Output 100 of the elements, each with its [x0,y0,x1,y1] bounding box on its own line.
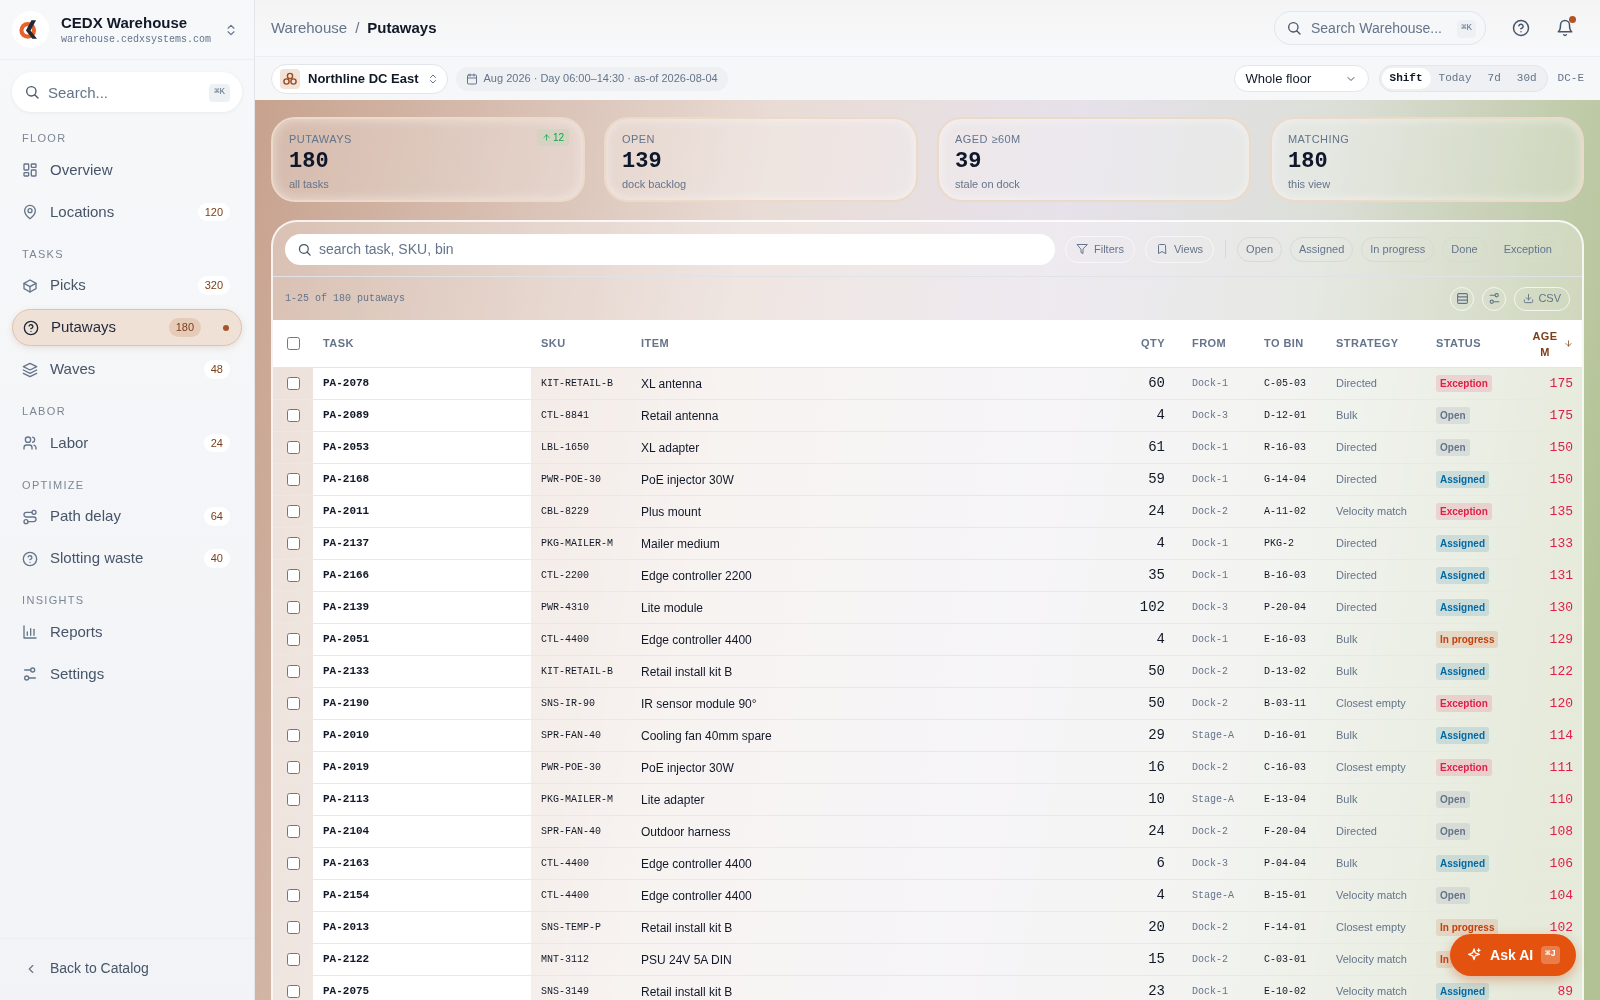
status-label: Open [1436,439,1470,456]
column-header[interactable]: QTY [1141,335,1165,352]
sidebar-item[interactable]: Overview [12,151,242,189]
row-checkbox[interactable] [286,537,300,550]
strategy: Directed [1336,824,1377,840]
strategy: Bulk [1336,632,1358,648]
sidebar-item[interactable]: Putaways 180 [12,309,242,346]
sku-code: KIT-RETAIL-B [541,665,613,679]
row-checkbox[interactable] [286,441,300,454]
sidebar-item[interactable]: Settings [12,655,242,693]
search-icon [297,241,312,257]
item-name: Cooling fan 40mm spare [641,727,772,745]
sidebar-item[interactable]: Waves 48 [12,351,242,388]
breadcrumb-link[interactable]: Warehouse [271,16,348,40]
row-checkbox[interactable] [286,729,300,742]
row-checkbox[interactable] [286,953,300,966]
range-option[interactable]: Shift [1381,68,1431,89]
item-name: PoE injector 30W [641,471,734,489]
source-location: Stage-A [1192,729,1234,743]
bookmark-icon [1155,243,1168,255]
help-icon[interactable] [1512,19,1530,37]
task-id: PA-2010 [323,728,370,744]
quantity: 15 [1148,950,1165,969]
quantity: 4 [1156,630,1165,649]
kpi-value: 39 [955,147,983,176]
sidebar-item[interactable]: Picks 320 [12,267,242,304]
source-location: Dock-3 [1192,857,1228,871]
age-minutes: 135 [1549,502,1573,521]
search-icon [24,84,40,100]
column-header[interactable]: TASK [323,335,354,352]
column-header[interactable]: SKU [541,335,566,352]
age-minutes: 150 [1549,470,1573,489]
delta-badge: 12 [536,129,569,146]
range-option[interactable]: Today [1430,68,1480,89]
age-minutes: 104 [1549,886,1573,905]
row-checkbox[interactable] [286,921,300,934]
zone-dropdown[interactable]: Whole floor [1233,65,1369,92]
column-header[interactable]: FROM [1192,335,1227,352]
table-search-field[interactable]: search task, SKU, bin [285,233,1055,265]
row-checkbox[interactable] [286,793,300,806]
bin-code: E-10-02 [1264,985,1306,999]
row-checkbox[interactable] [286,985,300,998]
row-checkbox[interactable] [286,857,300,870]
item-name: Retail install kit B [641,919,733,937]
site-selector[interactable]: Northline DC East [271,63,448,94]
column-header[interactable]: STATUS [1436,335,1481,352]
range-option[interactable]: 30d [1508,68,1545,89]
bin-code: G-14-04 [1264,473,1306,487]
row-checkbox[interactable] [286,665,300,678]
section-heading: FLOOR [21,131,68,146]
row-checkbox[interactable] [286,601,300,614]
quantity: 50 [1148,694,1165,713]
back-link[interactable]: Back to Catalog [0,938,254,998]
row-checkbox[interactable] [286,473,300,486]
question-circle-icon [22,550,38,567]
quantity: 29 [1148,726,1165,745]
sidebar-item[interactable]: Path delay 64 [12,498,242,535]
source-location: Dock-2 [1192,697,1228,711]
source-location: Dock-1 [1192,377,1228,391]
package-icon [22,277,38,294]
sidebar-item[interactable]: Labor 24 [12,424,242,462]
status-label: Open [1436,407,1470,424]
row-checkbox[interactable] [286,825,300,838]
row-checkbox[interactable] [286,377,300,390]
column-header[interactable]: AGE M [1530,327,1560,360]
row-checkbox[interactable] [286,633,300,646]
column-header[interactable]: ITEM [641,335,670,352]
sku-code: PKG-MAILER-M [541,793,613,807]
select-all-checkbox[interactable] [286,337,300,350]
column-header[interactable]: TO BIN [1264,335,1304,352]
kpi-value: 180 [1288,147,1329,176]
section-heading: LABOR [21,404,67,419]
task-id: PA-2137 [323,536,370,552]
sidebar-item[interactable]: Slotting waste 40 [12,540,242,577]
row-checkbox[interactable] [286,761,300,774]
rows-icon [1455,292,1469,305]
sidebar-item[interactable]: Reports [12,613,242,651]
sidebar-item[interactable]: Locations 120 [12,193,242,231]
ask-ai-button[interactable]: Ask AI ⌘J [1450,934,1576,976]
item-name: Edge controller 2200 [641,567,752,585]
row-checkbox[interactable] [286,505,300,518]
row-checkbox[interactable] [286,697,300,710]
row-checkbox[interactable] [286,889,300,902]
bin-code: F-14-01 [1264,921,1306,935]
kpi-label: PUTAWAYS [289,132,352,147]
section-heading: OPTIMIZE [21,477,86,493]
notification-bell[interactable] [1556,19,1574,37]
shortcut-key: ⌘K [209,84,230,102]
column-header[interactable]: STRATEGY [1336,335,1399,352]
site-icon [280,68,300,89]
age-minutes: 106 [1549,854,1573,873]
range-option[interactable]: 7d [1479,68,1509,89]
row-checkbox[interactable] [286,569,300,582]
kpi-caption: stale on dock [955,176,1021,192]
bin-code: C-16-03 [1264,761,1306,775]
task-id: PA-2122 [323,952,370,968]
row-checkbox[interactable] [286,409,300,422]
sku-code: PWR-4310 [541,601,589,615]
item-name: Edge controller 4400 [641,631,752,649]
strategy: Directed [1336,568,1377,584]
